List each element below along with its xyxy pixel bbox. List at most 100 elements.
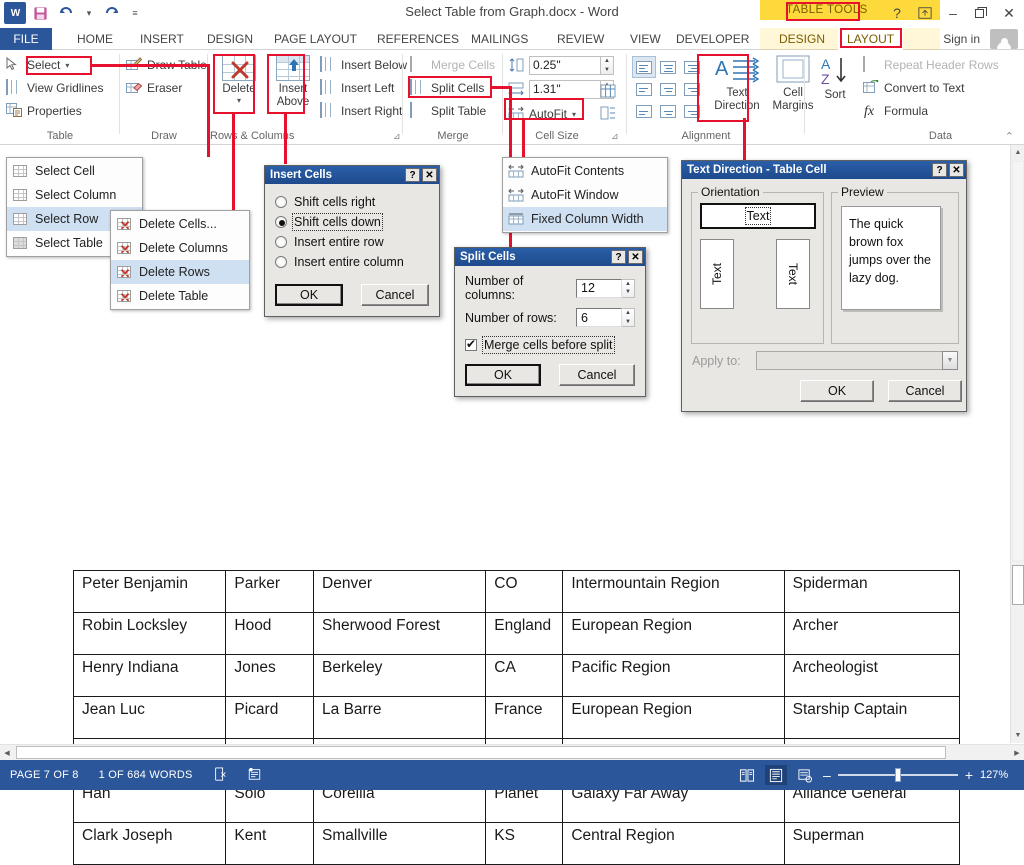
table-cell[interactable]: Picard	[225, 696, 315, 739]
tab-file[interactable]: FILE	[0, 28, 52, 50]
word-count[interactable]: 1 OF 684 WORDS	[89, 769, 203, 781]
properties-button[interactable]: Properties	[6, 103, 82, 119]
macro-recording-icon[interactable]	[237, 767, 272, 784]
text-direction-button[interactable]: A Text Direction	[709, 55, 765, 113]
insert-left-button[interactable]: Insert Left	[320, 79, 394, 96]
repeat-header-rows-button[interactable]: Repeat Header Rows	[863, 56, 999, 73]
document-table[interactable]: Peter Benjamin Parker Denver CO Intermountai…	[72, 570, 961, 865]
table-cell[interactable]: Pacific Region	[562, 654, 785, 697]
align-bottom-right-button[interactable]	[680, 100, 704, 122]
convert-to-text-button[interactable]: Convert to Text	[863, 79, 964, 96]
table-cell[interactable]: Henry Indiana	[72, 654, 227, 697]
table-cell[interactable]: Central Region	[562, 822, 785, 865]
align-center-right-button[interactable]	[680, 78, 704, 100]
insert-cells-cancel-button[interactable]: Cancel	[361, 284, 429, 306]
minimize-button[interactable]: –	[942, 2, 964, 24]
tab-references[interactable]: REFERENCES	[368, 28, 468, 50]
merge-cells-checkbox-row[interactable]: Merge cells before split	[465, 336, 635, 354]
table-cell[interactable]: England	[485, 612, 564, 655]
table-cell[interactable]: Superman	[783, 822, 961, 865]
table-cell[interactable]: Spiderman	[783, 570, 961, 613]
menu-item-select-column[interactable]: Select Column	[7, 183, 142, 207]
table-cell[interactable]: Robin Locksley	[72, 612, 227, 655]
align-center-button[interactable]	[656, 78, 680, 100]
menu-item-autofit-window[interactable]: AutoFit Window	[503, 183, 667, 207]
table-cell[interactable]: Peter Benjamin	[72, 570, 227, 613]
align-center-left-button[interactable]	[632, 78, 656, 100]
scroll-thumb[interactable]	[1012, 565, 1024, 605]
table-cell[interactable]: Archer	[783, 612, 961, 655]
scroll-up-button[interactable]: ▲	[1011, 145, 1024, 160]
menu-item-delete-table[interactable]: ✕ Delete Table	[111, 284, 249, 308]
sort-button[interactable]: AZ Sort	[813, 55, 857, 102]
zoom-slider[interactable]	[837, 768, 958, 782]
table-cell[interactable]: Sherwood Forest	[313, 612, 487, 655]
vertical-scrollbar[interactable]: ▲ ▼	[1010, 145, 1024, 743]
table-cell[interactable]: KS	[485, 822, 564, 865]
table-cell[interactable]: Archeologist	[783, 654, 961, 697]
table-cell[interactable]: CO	[485, 570, 564, 613]
insert-right-button[interactable]: Insert Right	[320, 102, 402, 119]
chevron-down-icon[interactable]: ▼	[942, 351, 958, 370]
split-cells-button[interactable]: Split Cells	[410, 79, 484, 96]
align-bottom-left-button[interactable]	[632, 100, 656, 122]
orientation-option-rotate-up[interactable]: Text	[700, 239, 734, 309]
zoom-out-button[interactable]: –	[823, 767, 831, 783]
distribute-rows-button[interactable]	[600, 106, 616, 123]
table-cell[interactable]: Jones	[225, 654, 315, 697]
table-cell[interactable]: Starship Captain	[783, 696, 961, 739]
radio-shift-cells-down[interactable]: Shift cells down	[275, 212, 429, 232]
distribute-columns-button[interactable]	[600, 84, 616, 101]
dialog-help-button[interactable]: ?	[932, 163, 947, 177]
web-layout-icon[interactable]	[794, 765, 816, 785]
dialog-help-button[interactable]: ?	[611, 250, 626, 264]
formula-button[interactable]: fx Formula	[863, 103, 928, 119]
dialog-help-button[interactable]: ?	[405, 168, 420, 182]
tab-insert[interactable]: INSERT	[131, 28, 193, 50]
merge-cells-button[interactable]: Merge Cells	[410, 56, 495, 73]
scroll-right-button[interactable]: ▶	[1010, 746, 1024, 760]
scroll-track[interactable]	[1012, 161, 1024, 561]
rows-spinner[interactable]: ▲ ▼	[622, 308, 635, 327]
table-row[interactable]: Peter Benjamin Parker Denver CO Intermountai…	[72, 570, 961, 613]
menu-item-delete-rows[interactable]: ✕ Delete Rows	[111, 260, 249, 284]
insert-cells-dialog[interactable]: Insert Cells ? ✕ Shift cells right Shift…	[264, 165, 440, 317]
table-cell[interactable]: Denver	[313, 570, 487, 613]
table-row[interactable]: Henry Indiana Jones Berkeley CA Pacific Regi…	[72, 654, 961, 697]
view-gridlines-button[interactable]: View Gridlines	[6, 79, 103, 96]
zoom-slider-knob[interactable]	[894, 768, 901, 782]
radio-insert-entire-column[interactable]: Insert entire column	[275, 252, 429, 272]
radio-insert-entire-row[interactable]: Insert entire row	[275, 232, 429, 252]
table-cell[interactable]: Hood	[225, 612, 315, 655]
apply-to-select[interactable]	[756, 351, 943, 370]
row-height-spinner[interactable]: ▲ ▼	[601, 56, 614, 75]
insert-below-button[interactable]: Insert Below	[320, 56, 407, 73]
columns-spinner[interactable]: ▲ ▼	[622, 278, 635, 298]
tab-table-design[interactable]: DESIGN	[770, 28, 834, 50]
menu-item-fixed-column-width[interactable]: Fixed Column Width	[503, 207, 667, 231]
insert-above-button[interactable]: Insert Above	[270, 55, 316, 109]
dialog-close-button[interactable]: ✕	[422, 168, 437, 182]
close-button[interactable]: ✕	[998, 2, 1020, 24]
ribbon-display-options-button[interactable]	[914, 2, 936, 24]
table-cell[interactable]: Smallville	[313, 822, 487, 865]
table-row[interactable]: Robin Locksley Hood Sherwood Forest England…	[72, 612, 961, 655]
table-cell[interactable]: La Barre	[313, 696, 487, 739]
dialog-close-button[interactable]: ✕	[949, 163, 964, 177]
menu-item-select-cell[interactable]: Select Cell	[7, 159, 142, 183]
table-cell[interactable]: Parker	[225, 570, 315, 613]
eraser-button[interactable]: Eraser	[126, 80, 182, 96]
table-cell[interactable]: Berkeley	[313, 654, 487, 697]
page-indicator[interactable]: PAGE 7 OF 8	[0, 769, 89, 781]
autofit-dropdown-menu[interactable]: AutoFit Contents AutoFit Window Fixed Co…	[502, 157, 668, 233]
help-button[interactable]: ?	[886, 2, 908, 24]
collapse-ribbon-button[interactable]: ⌃	[1005, 130, 1014, 143]
table-cell[interactable]: Jean Luc	[72, 696, 227, 739]
align-top-right-button[interactable]	[680, 56, 704, 78]
scroll-left-button[interactable]: ◀	[0, 746, 14, 760]
table-cell[interactable]: France	[485, 696, 564, 739]
text-direction-dialog[interactable]: Text Direction - Table Cell ? ✕ Orientat…	[681, 160, 967, 412]
restore-button[interactable]	[970, 2, 992, 24]
rows-columns-dialog-launcher[interactable]: ⊿	[393, 131, 401, 142]
tab-developer[interactable]: DEVELOPER	[667, 28, 758, 50]
